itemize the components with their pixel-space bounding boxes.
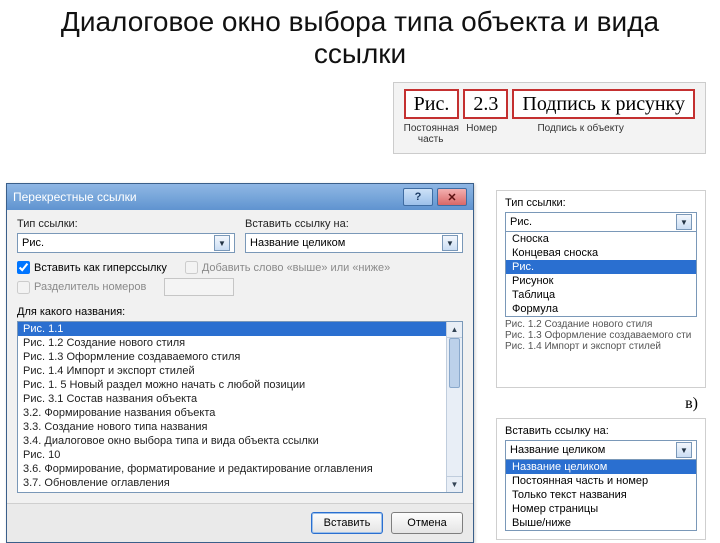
dropdown-option[interactable]: Таблица: [506, 288, 696, 302]
cancel-button[interactable]: Отмена: [391, 512, 463, 534]
list-item: Рис. 1.3 Оформление создаваемого сти: [505, 330, 697, 341]
list-item[interactable]: 3.3. Создание нового типа названия: [18, 420, 462, 434]
separator-checkbox: Разделитель номеров: [17, 281, 146, 294]
list-item[interactable]: Рис. 3.1 Состав названия объекта: [18, 392, 462, 406]
listbox-scrollbar[interactable]: ▲ ▼: [446, 322, 462, 492]
list-item: Рис. 1.4 Импорт и экспорт стилей: [505, 341, 697, 352]
type-panel-label: Тип ссылки:: [505, 197, 697, 209]
hyperlink-checkbox-label: Вставить как гиперссылку: [34, 262, 167, 274]
for-which-label: Для какого названия:: [17, 306, 463, 318]
insert-on-label: Вставить ссылку на:: [245, 218, 463, 230]
dropdown-option[interactable]: Только текст названия: [506, 488, 696, 502]
type-options-list[interactable]: СноскаКонцевая сноскаРис.РисунокТаблицаФ…: [505, 232, 697, 317]
insert-options-list[interactable]: Название целикомПостоянная часть и номер…: [505, 460, 697, 531]
hyperlink-checkbox-input[interactable]: [17, 261, 30, 274]
add-above-below-input: [185, 261, 198, 274]
chevron-down-icon[interactable]: ▼: [676, 442, 692, 458]
list-item[interactable]: Рис. 1.1: [18, 322, 462, 336]
insert-panel-combo-value: Название целиком: [510, 444, 676, 456]
dropdown-option[interactable]: Постоянная часть и номер: [506, 474, 696, 488]
list-item: Рис. 1.2 Создание нового стиля: [505, 319, 697, 330]
add-above-below-label: Добавить слово «выше» или «ниже»: [202, 262, 390, 274]
caption-text-box: Подпись к рисунку: [512, 89, 695, 119]
scroll-down-icon[interactable]: ▼: [447, 476, 462, 492]
separator-label: Разделитель номеров: [34, 281, 146, 293]
chevron-down-icon[interactable]: ▼: [214, 235, 230, 251]
add-above-below-checkbox: Добавить слово «выше» или «ниже»: [185, 261, 390, 274]
type-panel-combo[interactable]: Рис. ▼: [505, 212, 697, 232]
caption-sublabel-const: Постоянная часть: [404, 123, 458, 145]
chevron-down-icon[interactable]: ▼: [676, 214, 692, 230]
dropdown-option[interactable]: Рис.: [506, 260, 696, 274]
subfigure-label: в): [685, 395, 698, 413]
caption-sublabel-number: Номер: [462, 123, 502, 145]
dropdown-option[interactable]: Формула: [506, 302, 696, 316]
type-combo[interactable]: Рис. ▼: [17, 233, 235, 253]
scroll-up-icon[interactable]: ▲: [447, 322, 462, 338]
insert-on-combo-value: Название целиком: [250, 237, 442, 249]
list-item[interactable]: 3.4. Диалоговое окно выбора типа и вида …: [18, 434, 462, 448]
list-item[interactable]: 3.2. Формирование названия объекта: [18, 406, 462, 420]
chevron-down-icon[interactable]: ▼: [442, 235, 458, 251]
list-item[interactable]: 3.6. Формирование, форматирование и реда…: [18, 462, 462, 476]
dropdown-option[interactable]: Концевая сноска: [506, 246, 696, 260]
caption-listbox[interactable]: Рис. 1.1Рис. 1.2 Создание нового стиляРи…: [17, 321, 463, 493]
insert-on-combo[interactable]: Название целиком ▼: [245, 233, 463, 253]
scroll-thumb[interactable]: [449, 338, 460, 388]
caption-number-box: 2.3: [463, 89, 508, 119]
type-below-list: Рис. 1.2 Создание нового стиляРис. 1.3 О…: [505, 319, 697, 379]
list-item[interactable]: Рис. 1.3 Оформление создаваемого стиля: [18, 350, 462, 364]
insert-panel-label: Вставить ссылку на:: [505, 425, 697, 437]
slide-title: Диалоговое окно выбора типа объекта и ви…: [0, 0, 720, 70]
caption-sublabel-caption: Подпись к объекту: [506, 123, 656, 145]
insert-on-dropdown-panel: Вставить ссылку на: Название целиком ▼ Н…: [496, 418, 706, 540]
list-item[interactable]: Рис. 10: [18, 448, 462, 462]
type-dropdown-panel: Тип ссылки: Рис. ▼ СноскаКонцевая сноска…: [496, 190, 706, 388]
insert-button[interactable]: Вставить: [311, 512, 383, 534]
list-item[interactable]: Рис. 1. 5 Новый раздел можно начать с лю…: [18, 378, 462, 392]
type-panel-combo-value: Рис.: [510, 216, 676, 228]
separator-input: [17, 281, 30, 294]
caption-const-box: Рис.: [404, 89, 460, 119]
dropdown-option[interactable]: Рисунок: [506, 274, 696, 288]
dialog-title: Перекрестные ссылки: [13, 190, 137, 204]
list-item[interactable]: Рис. 1.2 Создание нового стиля: [18, 336, 462, 350]
type-label: Тип ссылки:: [17, 218, 235, 230]
type-combo-value: Рис.: [22, 237, 214, 249]
dropdown-option[interactable]: Номер страницы: [506, 502, 696, 516]
caption-sublabels: Постоянная часть Номер Подпись к объекту: [404, 123, 695, 145]
crossref-dialog: Перекрестные ссылки ? ✕ Тип ссылки: Рис.…: [6, 183, 474, 543]
insert-panel-combo[interactable]: Название целиком ▼: [505, 440, 697, 460]
dropdown-option[interactable]: Название целиком: [506, 460, 696, 474]
dropdown-option[interactable]: Выше/ниже: [506, 516, 696, 530]
dialog-titlebar[interactable]: Перекрестные ссылки ? ✕: [7, 184, 473, 210]
list-item[interactable]: Рис. 1.4 Импорт и экспорт стилей: [18, 364, 462, 378]
hyperlink-checkbox[interactable]: Вставить как гиперссылку: [17, 261, 167, 274]
separator-field: [164, 278, 234, 296]
caption-demo: Рис. 2.3 Подпись к рисунку Постоянная ча…: [393, 82, 706, 154]
close-button[interactable]: ✕: [437, 188, 467, 206]
help-button[interactable]: ?: [403, 188, 433, 206]
list-item[interactable]: 3.7. Обновление оглавления: [18, 476, 462, 490]
dropdown-option[interactable]: Сноска: [506, 232, 696, 246]
